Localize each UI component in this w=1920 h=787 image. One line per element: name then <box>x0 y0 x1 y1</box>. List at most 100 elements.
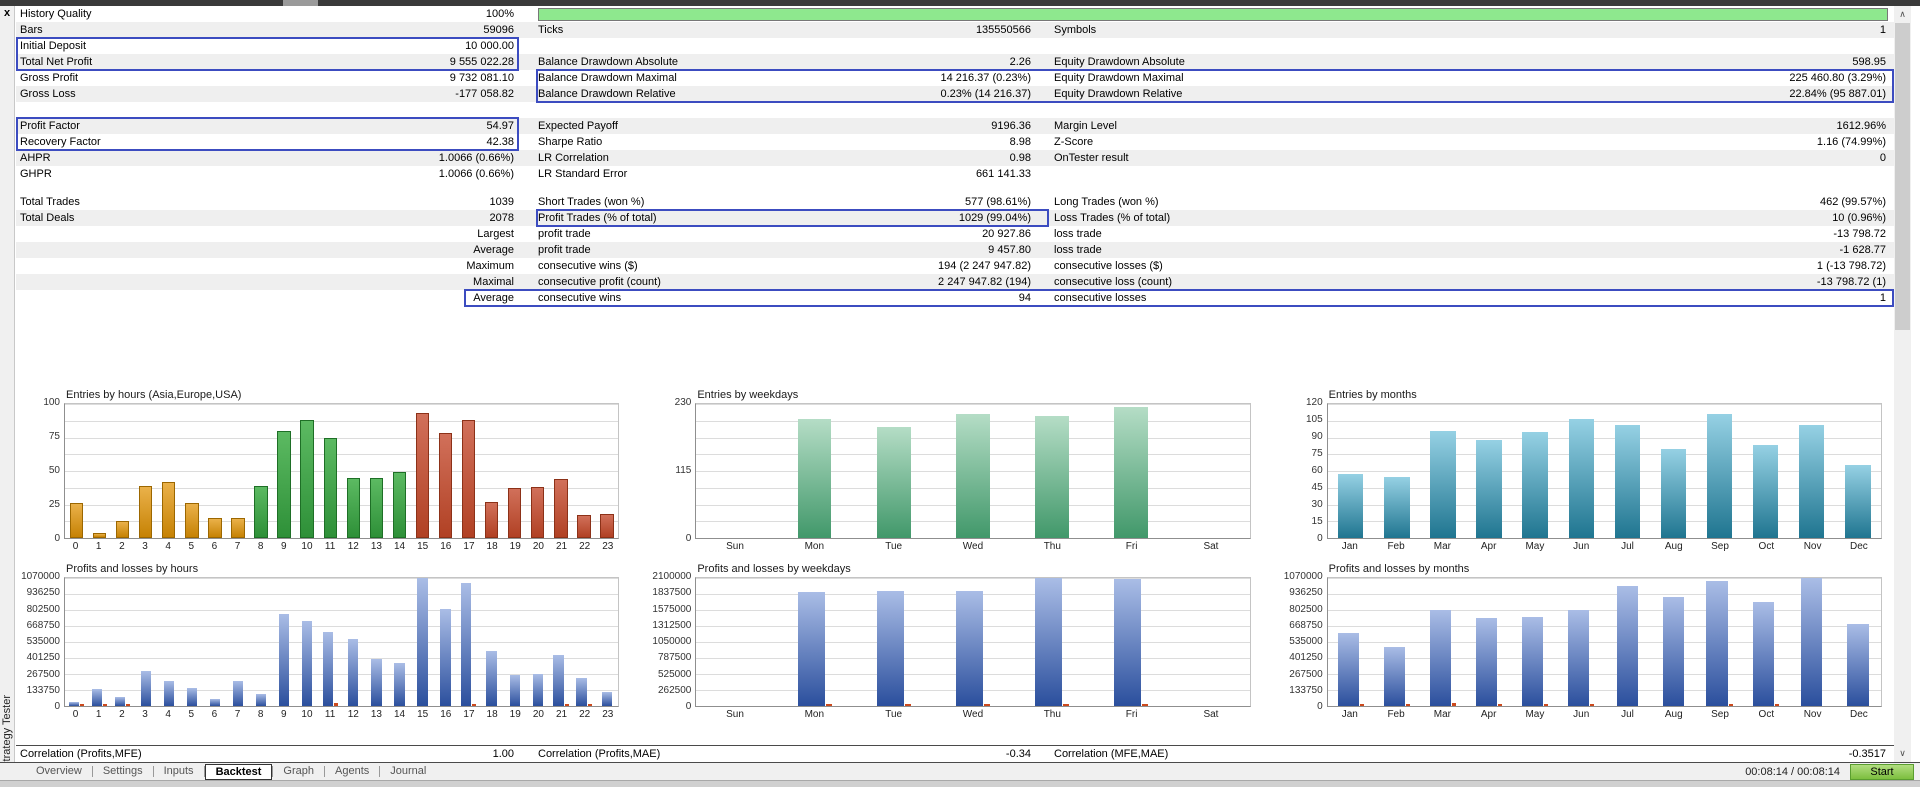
bar <box>93 533 106 538</box>
scroll-up-icon[interactable]: ∧ <box>1894 6 1911 23</box>
bar-slot <box>411 404 434 538</box>
x-tick-label: 16 <box>434 541 457 552</box>
tab-backtest[interactable]: Backtest <box>205 764 273 780</box>
stat-value: 225 460.80 (3.29%) <box>1789 70 1886 86</box>
stat-row[interactable]: Total Trades1039Short Trades (won %)577 … <box>16 194 1894 210</box>
stat-row[interactable]: Averageconsecutive wins94consecutive los… <box>16 290 1894 306</box>
bar <box>348 639 358 706</box>
x-tick-label: Oct <box>1743 541 1789 552</box>
stat-row[interactable]: Bars59096Ticks135550566Symbols1 <box>16 22 1894 38</box>
stat-row[interactable]: Profit Factor54.97Expected Payoff9196.36… <box>16 118 1894 134</box>
bar-slot <box>696 404 775 538</box>
bar-slot <box>457 404 480 538</box>
stat-value: -1 628.77 <box>1840 242 1886 258</box>
stat-row[interactable]: Total Deals2078Profit Trades (% of total… <box>16 210 1894 226</box>
stat-label: AHPR <box>20 150 51 166</box>
stat-row[interactable]: Total Net Profit9 555 022.28Balance Draw… <box>16 54 1894 70</box>
bar <box>877 427 910 538</box>
stat-value: -13 798.72 (1) <box>1817 274 1886 290</box>
x-tick-label: Mar <box>1419 541 1465 552</box>
bar-slot <box>296 578 319 706</box>
x-tick-label: Sep <box>1697 541 1743 552</box>
bar <box>1753 445 1778 538</box>
bar <box>1522 432 1547 538</box>
y-tick-label: 25 <box>49 499 60 510</box>
x-tick-label: 10 <box>295 541 318 552</box>
chart-title: Entries by hours (Asia,Europe,USA) <box>66 388 631 403</box>
y-tick-label: 30 <box>1312 499 1323 510</box>
loss-bar <box>1775 704 1779 706</box>
bar-slot <box>250 578 273 706</box>
x-tick-label: Sun <box>695 709 774 720</box>
bar-slot <box>342 578 365 706</box>
stat-value: 10 (0.96%) <box>1832 210 1886 226</box>
x-tick-label: Tue <box>854 541 933 552</box>
stat-value: 2.26 <box>1010 54 1031 70</box>
vertical-scrollbar[interactable]: ∧ ∨ <box>1894 6 1911 762</box>
x-tick-label: 21 <box>550 541 573 552</box>
bar <box>1615 425 1640 538</box>
stat-row[interactable]: Gross Profit9 732 081.10Balance Drawdown… <box>16 70 1894 86</box>
bar <box>139 486 152 538</box>
tab-inputs[interactable]: Inputs <box>154 763 204 780</box>
x-tick-label: 4 <box>157 709 180 720</box>
start-button[interactable]: Start <box>1850 764 1914 780</box>
stat-label: loss trade <box>1054 226 1102 242</box>
bar-slot <box>1743 578 1789 706</box>
tab-agents[interactable]: Agents <box>325 763 379 780</box>
correlation-row[interactable]: Correlation (Profits,MFE)1.00Correlation… <box>16 745 1894 762</box>
stat-value: 20 927.86 <box>982 226 1031 242</box>
bar <box>164 681 174 706</box>
bar-slot <box>319 404 342 538</box>
x-tick-label: 20 <box>527 541 550 552</box>
stat-row[interactable]: Recovery Factor42.38Sharpe Ratio8.98Z-Sc… <box>16 134 1894 150</box>
y-tick-label: 230 <box>675 397 692 408</box>
stat-row[interactable]: Averageprofit trade9 457.80loss trade-1 … <box>16 242 1894 258</box>
bar-slot <box>1558 404 1604 538</box>
y-tick-label: 2100000 <box>652 571 691 582</box>
scrollbar-thumb[interactable] <box>1895 23 1910 330</box>
stat-row[interactable]: Maximalconsecutive profit (count)2 247 9… <box>16 274 1894 290</box>
bar-slot <box>134 578 157 706</box>
bar <box>141 671 151 706</box>
bar-slot <box>1697 404 1743 538</box>
tab-overview[interactable]: Overview <box>26 763 92 780</box>
x-tick-label: Tue <box>854 709 933 720</box>
tab-journal[interactable]: Journal <box>380 763 436 780</box>
bar-slot <box>1013 404 1092 538</box>
x-tick-label: 8 <box>249 541 272 552</box>
bar <box>1753 602 1774 706</box>
stat-row[interactable]: Initial Deposit10 000.00 <box>16 38 1894 54</box>
stat-value: 8.98 <box>1010 134 1031 150</box>
stats-separator <box>16 102 1894 118</box>
stat-row[interactable]: AHPR1.0066 (0.66%)LR Correlation0.98OnTe… <box>16 150 1894 166</box>
stat-row[interactable]: History Quality100% <box>16 6 1894 22</box>
tab-graph[interactable]: Graph <box>273 763 324 780</box>
stat-label: LR Correlation <box>538 150 609 166</box>
bar <box>602 692 612 706</box>
close-icon[interactable]: x <box>0 7 14 21</box>
stat-row[interactable]: Gross Loss-177 058.82Balance Drawdown Re… <box>16 86 1894 102</box>
bar-slot <box>1420 578 1466 706</box>
stats-separator <box>16 182 1894 194</box>
scroll-down-icon[interactable]: ∨ <box>1894 745 1911 762</box>
stat-row[interactable]: Maximumconsecutive wins ($)194 (2 247 94… <box>16 258 1894 274</box>
stat-label: Total Net Profit <box>20 54 92 70</box>
stat-row[interactable]: GHPR1.0066 (0.66%)LR Standard Error661 1… <box>16 166 1894 182</box>
y-tick-label: 133750 <box>27 685 60 696</box>
stat-row[interactable]: Largestprofit trade20 927.86loss trade-1… <box>16 226 1894 242</box>
x-tick-label: Feb <box>1373 541 1419 552</box>
loss-bar <box>1544 704 1548 706</box>
loss-bar <box>905 704 911 706</box>
stat-row[interactable]: Correlation (Profits,MFE)1.00Correlation… <box>16 746 1894 762</box>
bar-slot <box>1743 404 1789 538</box>
stat-value: 9196.36 <box>991 118 1031 134</box>
bar <box>1617 586 1638 706</box>
bar-slot <box>933 404 1012 538</box>
bar <box>416 413 429 538</box>
stat-value: 2078 <box>490 210 514 226</box>
x-tick-label: 3 <box>133 541 156 552</box>
tab-settings[interactable]: Settings <box>93 763 153 780</box>
chart-title: Entries by months <box>1329 388 1894 403</box>
bar-slot <box>1604 578 1650 706</box>
